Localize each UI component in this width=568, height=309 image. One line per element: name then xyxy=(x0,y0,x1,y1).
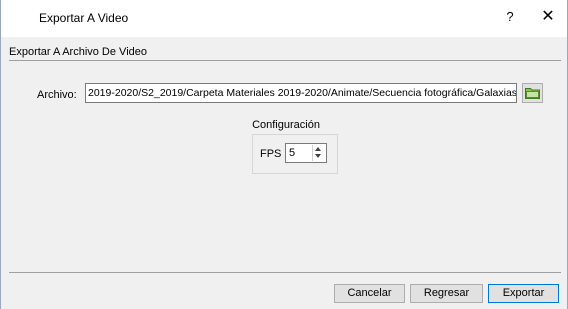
export-video-dialog: Exportar A Video ? ✕ Exportar A Archivo … xyxy=(0,0,568,309)
dialog-title: Exportar A Video xyxy=(39,11,129,25)
browse-folder-button[interactable] xyxy=(522,83,543,103)
group-title: Exportar A Archivo De Video xyxy=(9,46,147,58)
file-path-input[interactable]: 2019-2020/S2_2019/Carpeta Materiales 201… xyxy=(85,83,517,103)
fps-spinbox[interactable]: 5 xyxy=(285,143,327,163)
export-button[interactable]: Exportar xyxy=(488,284,559,303)
help-button[interactable]: ? xyxy=(499,9,521,24)
footer-divider xyxy=(9,272,561,273)
close-button[interactable]: ✕ xyxy=(535,6,561,26)
back-button[interactable]: Regresar xyxy=(410,284,483,303)
folder-icon xyxy=(525,88,540,99)
title-bar: Exportar A Video ? ✕ xyxy=(1,0,567,37)
group-divider xyxy=(9,60,561,61)
fps-label: FPS xyxy=(260,148,282,160)
file-label: Archivo: xyxy=(37,89,77,101)
spin-down-icon[interactable] xyxy=(315,154,321,158)
cancel-button[interactable]: Cancelar xyxy=(334,284,405,303)
spin-up-icon[interactable] xyxy=(315,147,321,151)
spin-arrows[interactable] xyxy=(312,145,325,161)
fps-value: 5 xyxy=(289,147,296,159)
config-title: Configuración xyxy=(252,119,320,131)
